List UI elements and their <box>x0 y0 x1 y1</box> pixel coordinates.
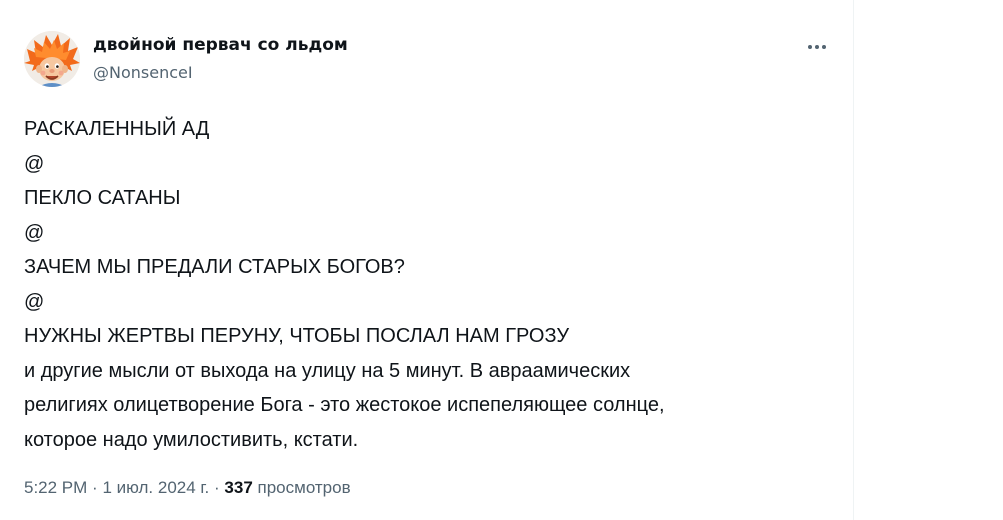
orange-haired-character-avatar-icon <box>24 31 80 87</box>
meta-separator: · <box>92 478 98 497</box>
more-horizontal-icon <box>808 45 826 49</box>
tweet-line: ЗАЧЕМ МЫ ПРЕДАЛИ СТАРЫХ БОГОВ? <box>24 256 405 278</box>
views-count: 337 <box>224 478 253 497</box>
author-handle[interactable]: @NonsenceI <box>93 61 193 85</box>
tweet-date: 1 июл. 2024 г. <box>102 478 210 497</box>
author-display-name[interactable]: двойной первач со льдом <box>93 33 348 57</box>
tweet-meta: 5:22 PM · 1 июл. 2024 г. · 337 просмотро… <box>24 476 351 500</box>
tweet-line: @ <box>24 152 45 175</box>
tweet-line: НУЖНЫ ЖЕРТВЫ ПЕРУНУ, ЧТОБЫ ПОСЛАЛ НАМ ГР… <box>24 325 570 347</box>
tweet-timestamp-link[interactable]: 5:22 PM · 1 июл. 2024 г. <box>24 478 209 497</box>
tweet-line: @ <box>24 290 45 313</box>
avatar[interactable] <box>24 31 80 87</box>
tweet-card: двойной первач со льдом @NonsenceI РАСКА… <box>0 0 854 520</box>
tweet-line: РАСКАЛЕННЫЙ АД <box>24 118 210 140</box>
meta-separator: · <box>214 478 220 497</box>
tweet-line: ПЕКЛО САТАНЫ <box>24 187 181 209</box>
tweet-line: и другие мысли от выхода на улицу на 5 м… <box>24 359 631 382</box>
tweet-line: религиях олицетворение Бога - это жесток… <box>24 394 665 416</box>
tweet-line: @ <box>24 221 45 244</box>
tweet-line: которое надо умилостивить, кстати. <box>24 428 359 451</box>
tweet-time: 5:22 PM <box>24 478 88 497</box>
views-label: просмотров <box>257 478 351 497</box>
more-options-button[interactable] <box>800 32 834 62</box>
tweet-text: РАСКАЛЕННЫЙ АД @ ПЕКЛО САТАНЫ @ ЗАЧЕМ МЫ… <box>24 112 824 457</box>
